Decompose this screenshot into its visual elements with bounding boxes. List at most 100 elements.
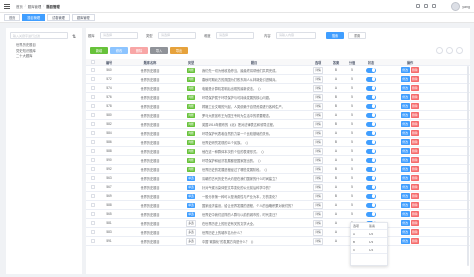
row-checkbox[interactable] <box>91 131 95 135</box>
row-edit-button[interactable]: 修改 <box>400 211 410 217</box>
delete-button[interactable]: 删除 <box>130 47 148 54</box>
row-checkbox[interactable] <box>91 95 95 99</box>
status-switch[interactable] <box>366 184 376 190</box>
row-delete-button[interactable]: 删除 <box>410 238 420 244</box>
row-delete-button[interactable]: 删除 <box>410 220 420 226</box>
row-edit-button[interactable]: 修改 <box>400 202 410 208</box>
fullscreen-icon[interactable] <box>424 4 428 8</box>
row-delete-button[interactable]: 删除 <box>410 157 420 163</box>
row-edit-button[interactable]: 修改 <box>400 148 410 154</box>
row-edit-button[interactable]: 修改 <box>400 184 410 190</box>
status-switch[interactable] <box>366 121 376 127</box>
table-row[interactable]: 572 世界历史题目 判断 春秋时期北方的燕国为打败东胡人从林胡处引进骑兵。 详情 A 5 修… <box>86 75 470 84</box>
options-detail-link[interactable]: 详情 <box>312 75 324 83</box>
row-edit-button[interactable]: 修改 <box>400 166 410 172</box>
export-button[interactable]: 导出 <box>170 47 188 54</box>
size-icon[interactable] <box>432 4 436 8</box>
row-checkbox[interactable] <box>91 158 95 162</box>
options-detail-link[interactable]: 详情 <box>312 84 324 92</box>
tab-home[interactable]: 首页 <box>4 14 21 21</box>
tree-node[interactable]: 二十大题库 <box>10 54 78 60</box>
row-checkbox[interactable] <box>91 203 95 207</box>
bank-select[interactable]: 请选择 <box>100 32 138 39</box>
row-delete-button[interactable]: 删除 <box>410 148 420 154</box>
options-detail-link[interactable]: 详情 <box>312 138 324 146</box>
add-button[interactable]: 新增 <box>90 47 108 54</box>
status-switch[interactable] <box>366 175 376 181</box>
table-row[interactable]: 586 世界历史题目 判断 世界史研究发现的11个民族。（） 详情 B 5 修改 删除 <box>86 138 470 147</box>
breadcrumb-home[interactable]: 首页 <box>16 4 23 9</box>
row-checkbox[interactable] <box>91 167 95 171</box>
user-menu[interactable]: yang <box>451 2 470 11</box>
row-delete-button[interactable]: 删除 <box>410 85 420 91</box>
import-button[interactable]: 导入 <box>150 47 168 54</box>
row-delete-button[interactable]: 删除 <box>410 166 420 172</box>
options-detail-link[interactable]: 详情 <box>312 201 324 209</box>
table-row[interactable]: 580 世界历史题目 判断 罗马大厦宣布王为国王专利为生活中的重要理念。 详情 A 5 修改删… <box>86 111 470 120</box>
status-switch[interactable] <box>366 211 376 217</box>
row-checkbox[interactable] <box>91 122 95 126</box>
search-button[interactable]: 搜索 <box>326 32 344 39</box>
row-delete-button[interactable]: 删除 <box>410 184 420 190</box>
status-switch[interactable] <box>366 130 376 136</box>
hamburger-icon[interactable] <box>4 3 10 9</box>
options-detail-link[interactable]: 详情 <box>312 129 324 137</box>
row-checkbox[interactable] <box>91 221 95 225</box>
status-switch[interactable] <box>366 76 376 82</box>
row-edit-button[interactable]: 修改 <box>400 139 410 145</box>
tree-filter-input[interactable]: 输入关键字进行过滤 <box>10 32 68 39</box>
options-detail-link[interactable]: 详情 <box>312 174 324 182</box>
row-checkbox[interactable] <box>91 77 95 81</box>
reset-button[interactable]: 重置 <box>348 32 366 39</box>
row-delete-button[interactable]: 删除 <box>410 121 420 127</box>
status-switch[interactable] <box>366 112 376 118</box>
options-detail-link[interactable]: 详情 <box>312 147 324 155</box>
table-row[interactable]: 583世界历史题目多选世界历史上的城市名为什么？详情A5修改删除 <box>86 228 470 237</box>
content-input[interactable]: 请输入内容 <box>276 32 316 39</box>
status-switch[interactable] <box>366 103 376 109</box>
row-edit-button[interactable]: 修改 <box>400 220 410 226</box>
row-checkbox[interactable] <box>91 68 95 72</box>
table-row[interactable]: 592 世界历史题目 判断 世界历史的发展进程经过了哪些发展阶段。（） 详情 B 5 修改 删除 <box>86 165 470 174</box>
row-checkbox[interactable] <box>91 149 95 153</box>
table-row[interactable]: 569 世界历史题目 单选 一般分析第一种可以是消费性与产业为本，万的变化？ 详情 B 5 修… <box>86 192 470 201</box>
table-row[interactable]: 578 世界历史题目 判断 嫦娥工业文明的兴起，人类依赖于自然资源进行各种生产。 详情 B… <box>86 102 470 111</box>
row-edit-button[interactable]: 修改 <box>400 76 410 82</box>
row-checkbox[interactable] <box>91 104 95 108</box>
status-switch[interactable] <box>366 166 376 172</box>
row-edit-button[interactable]: 修改 <box>400 157 410 163</box>
refresh-icon[interactable] <box>446 47 453 54</box>
row-checkbox[interactable] <box>91 176 95 180</box>
options-detail-link[interactable]: 详情 <box>312 111 324 119</box>
row-delete-button[interactable]: 删除 <box>410 94 420 100</box>
row-delete-button[interactable]: 删除 <box>410 67 420 73</box>
row-checkbox[interactable] <box>91 239 95 243</box>
row-delete-button[interactable]: 删除 <box>410 76 420 82</box>
options-detail-link[interactable]: 详情 <box>312 120 324 128</box>
row-edit-button[interactable]: 修改 <box>400 238 410 244</box>
username[interactable]: yang <box>462 5 470 9</box>
table-row[interactable]: 576 世界历史题目 判断 环境保护属于环境保护与可持续发展的核心问题。 详情 B 5 修改删… <box>86 93 470 102</box>
options-detail-link[interactable]: 详情 <box>312 183 324 191</box>
row-delete-button[interactable]: 删除 <box>410 202 420 208</box>
search-icon[interactable] <box>416 4 420 8</box>
status-switch[interactable] <box>366 193 376 199</box>
row-delete-button[interactable]: 删除 <box>410 229 420 235</box>
status-switch[interactable] <box>366 157 376 163</box>
options-detail-link[interactable]: 详情 <box>312 165 324 173</box>
row-delete-button[interactable]: 删除 <box>410 193 420 199</box>
tab-question-manage[interactable]: 题目管理 <box>22 14 46 21</box>
row-delete-button[interactable]: 删除 <box>410 139 420 145</box>
status-switch[interactable] <box>366 94 376 100</box>
table-row[interactable]: 590 世界历史题目 判断 环境保护和经济发展都是国家提出的。（） 详情 A 5 修改 删除 <box>86 156 470 165</box>
avatar[interactable] <box>451 2 461 11</box>
breadcrumb-bank[interactable]: 题库管理 <box>28 4 42 9</box>
table-row[interactable]: 584 世界历史题目 判断 环境保护代表着自然的力量一个比较基础的关系。 详情 A 5 修改删… <box>86 129 470 138</box>
columns-icon[interactable] <box>456 47 463 54</box>
table-row[interactable]: 560 世界历史题目 判断 我们先一切为他收拾停当，最最终将帮他们共同完成。 详情 B 5 修… <box>86 66 470 75</box>
row-delete-button[interactable]: 删除 <box>410 103 420 109</box>
status-switch[interactable] <box>366 139 376 145</box>
status-switch[interactable] <box>366 85 376 91</box>
table-row[interactable]: 581世界历史题目多选在世界历史上的历史有关的文学大全。详情A5修改删除 <box>86 219 470 228</box>
table-row[interactable]: 588 世界历史题目 判断 他在这一种群体本次的个信的表现形式。（） 详情 A 5 修改 删除 <box>86 147 470 156</box>
